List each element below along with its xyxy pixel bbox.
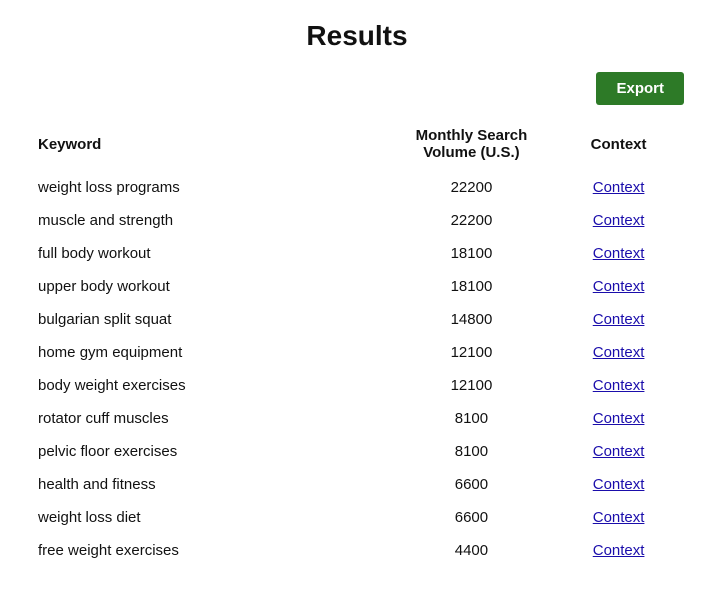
context-link[interactable]: Context [593,377,645,394]
cell-keyword: weight loss programs [30,171,390,204]
table-header-row: Keyword Monthly Search Volume (U.S.) Con… [30,121,684,171]
cell-context: Context [553,303,684,336]
cell-volume: 12100 [390,369,554,402]
cell-keyword: pelvic floor exercises [30,435,390,468]
context-link[interactable]: Context [593,179,645,196]
cell-context: Context [553,501,684,534]
table-row: free weight exercises4400 Context [30,534,684,567]
table-row: rotator cuff muscles8100 Context [30,402,684,435]
cell-context: Context [553,435,684,468]
cell-context: Context [553,270,684,303]
cell-context: Context [553,204,684,237]
cell-keyword: full body workout [30,237,390,270]
context-link[interactable]: Context [593,278,645,295]
export-button[interactable]: Export [596,72,684,105]
results-table: Keyword Monthly Search Volume (U.S.) Con… [30,121,684,567]
toolbar: Export [30,72,684,105]
page-title: Results [30,20,684,52]
context-link[interactable]: Context [593,410,645,427]
context-link[interactable]: Context [593,443,645,460]
cell-keyword: bulgarian split squat [30,303,390,336]
table-row: weight loss diet6600 Context [30,501,684,534]
cell-keyword: free weight exercises [30,534,390,567]
table-row: full body workout18100 Context [30,237,684,270]
cell-volume: 18100 [390,270,554,303]
table-row: bulgarian split squat14800 Context [30,303,684,336]
cell-volume: 14800 [390,303,554,336]
cell-context: Context [553,369,684,402]
context-link[interactable]: Context [593,212,645,229]
cell-keyword: health and fitness [30,468,390,501]
table-row: upper body workout18100 Context [30,270,684,303]
cell-volume: 6600 [390,468,554,501]
context-link[interactable]: Context [593,509,645,526]
cell-keyword: home gym equipment [30,336,390,369]
cell-keyword: weight loss diet [30,501,390,534]
table-row: pelvic floor exercises8100 Context [30,435,684,468]
cell-keyword: rotator cuff muscles [30,402,390,435]
cell-keyword: body weight exercises [30,369,390,402]
cell-context: Context [553,171,684,204]
cell-context: Context [553,468,684,501]
context-link[interactable]: Context [593,311,645,328]
context-link[interactable]: Context [593,476,645,493]
context-link[interactable]: Context [593,245,645,262]
cell-volume: 18100 [390,237,554,270]
cell-keyword: upper body workout [30,270,390,303]
header-context: Context [553,121,684,171]
cell-keyword: muscle and strength [30,204,390,237]
cell-volume: 22200 [390,204,554,237]
cell-context: Context [553,402,684,435]
header-keyword: Keyword [30,121,390,171]
context-link[interactable]: Context [593,542,645,559]
cell-volume: 4400 [390,534,554,567]
cell-volume: 22200 [390,171,554,204]
cell-volume: 8100 [390,435,554,468]
table-row: home gym equipment12100 Context [30,336,684,369]
table-row: weight loss programs22200 Context [30,171,684,204]
cell-volume: 8100 [390,402,554,435]
cell-volume: 12100 [390,336,554,369]
cell-volume: 6600 [390,501,554,534]
cell-context: Context [553,534,684,567]
table-row: health and fitness6600 Context [30,468,684,501]
cell-context: Context [553,336,684,369]
table-row: body weight exercises12100 Context [30,369,684,402]
context-link[interactable]: Context [593,344,645,361]
table-row: muscle and strength22200 Context [30,204,684,237]
cell-context: Context [553,237,684,270]
header-volume: Monthly Search Volume (U.S.) [390,121,554,171]
